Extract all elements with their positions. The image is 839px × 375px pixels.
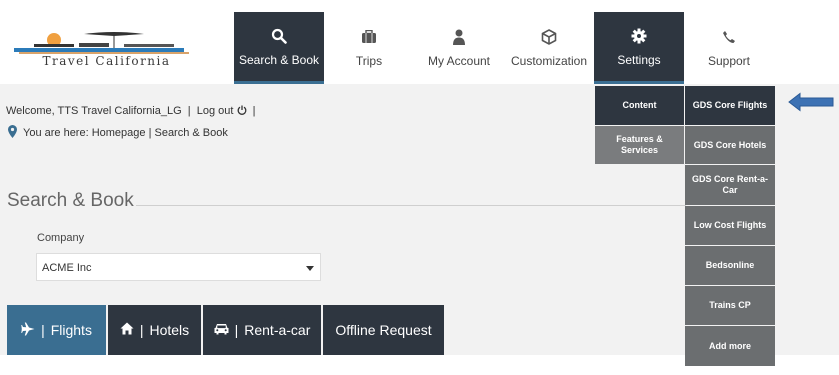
welcome-bar: Welcome, TTS Travel California_LG | Log … bbox=[6, 105, 256, 117]
gear-icon bbox=[631, 27, 647, 45]
nav-label: Support bbox=[707, 54, 751, 68]
user-icon bbox=[452, 28, 466, 46]
breadcrumb: You are here: Homepage | Search & Book bbox=[8, 125, 228, 141]
settings-menu-content[interactable]: Content bbox=[595, 86, 684, 125]
tab-separator: | bbox=[41, 322, 45, 338]
nav-settings[interactable]: Settings bbox=[594, 12, 684, 84]
tab-label: Hotels bbox=[149, 322, 190, 338]
nav-support[interactable]: Support bbox=[684, 12, 774, 84]
logo-text: Travel California bbox=[42, 54, 171, 68]
company-label: Company bbox=[37, 232, 85, 244]
settings-menu-bedsonline[interactable]: Bedsonline bbox=[685, 246, 775, 285]
company-value: ACME Inc bbox=[42, 262, 92, 274]
power-icon bbox=[237, 105, 250, 117]
product-tabs: | Flights | Hotels | Rent-a-car Offline … bbox=[7, 305, 444, 355]
tab-label: Rent-a-car bbox=[244, 322, 311, 338]
settings-menu-trains-cp[interactable]: Trains CP bbox=[685, 286, 775, 325]
logo-graphic bbox=[14, 32, 189, 54]
tab-label: Offline Request bbox=[335, 322, 432, 338]
arrow-left-icon bbox=[788, 92, 834, 112]
tab-separator: | bbox=[139, 322, 144, 338]
nav-label: Search & Book bbox=[238, 52, 320, 67]
brand-logo[interactable]: Travel California bbox=[14, 30, 199, 70]
logout-link[interactable]: Log out bbox=[197, 105, 234, 117]
tab-separator: | bbox=[234, 322, 239, 338]
nav-trips[interactable]: Trips bbox=[324, 12, 414, 84]
briefcase-icon bbox=[361, 28, 377, 46]
nav-label: My Account bbox=[427, 54, 491, 68]
settings-menu-gds-core-hotels[interactable]: GDS Core Hotels bbox=[685, 126, 775, 164]
home-icon bbox=[120, 322, 134, 338]
tab-label: Flights bbox=[50, 322, 92, 338]
plane-icon bbox=[21, 322, 35, 339]
tab-rent-a-car[interactable]: | Rent-a-car bbox=[203, 305, 321, 355]
settings-menu-features-services[interactable]: Features & Services bbox=[595, 126, 684, 164]
nav-label: Trips bbox=[355, 54, 383, 68]
location-pin-icon bbox=[8, 125, 17, 141]
phone-icon bbox=[722, 28, 736, 46]
cube-icon bbox=[541, 28, 557, 46]
nav-label: Customization bbox=[510, 54, 588, 68]
welcome-text: Welcome, TTS Travel California_LG bbox=[6, 105, 182, 117]
separator: | bbox=[187, 105, 191, 117]
tab-flights[interactable]: | Flights bbox=[7, 305, 106, 355]
car-icon bbox=[214, 322, 229, 338]
company-select[interactable]: ACME Inc bbox=[36, 253, 321, 281]
nav-search-book[interactable]: Search & Book bbox=[234, 12, 324, 84]
settings-menu-low-cost-flights[interactable]: Low Cost Flights bbox=[685, 206, 775, 245]
tab-offline-request[interactable]: Offline Request bbox=[323, 305, 444, 355]
nav-customization[interactable]: Customization bbox=[504, 12, 594, 84]
search-icon bbox=[271, 27, 287, 45]
title-divider bbox=[136, 205, 686, 206]
nav-my-account[interactable]: My Account bbox=[414, 12, 504, 84]
main-nav: Search & Book Trips My Account Customiza… bbox=[234, 12, 774, 84]
page-title: Search & Book bbox=[7, 190, 134, 211]
breadcrumb-text: You are here: Homepage | Search & Book bbox=[23, 127, 228, 139]
separator: | bbox=[252, 105, 256, 117]
chevron-down-icon bbox=[306, 266, 314, 271]
settings-menu-gds-core-rent-a-car[interactable]: GDS Core Rent-a-Car bbox=[685, 165, 775, 205]
settings-menu-add-more[interactable]: Add more bbox=[685, 326, 775, 366]
settings-menu-gds-core-flights[interactable]: GDS Core Flights bbox=[685, 86, 775, 125]
tab-hotels[interactable]: | Hotels bbox=[108, 305, 201, 355]
nav-label: Settings bbox=[617, 52, 661, 67]
